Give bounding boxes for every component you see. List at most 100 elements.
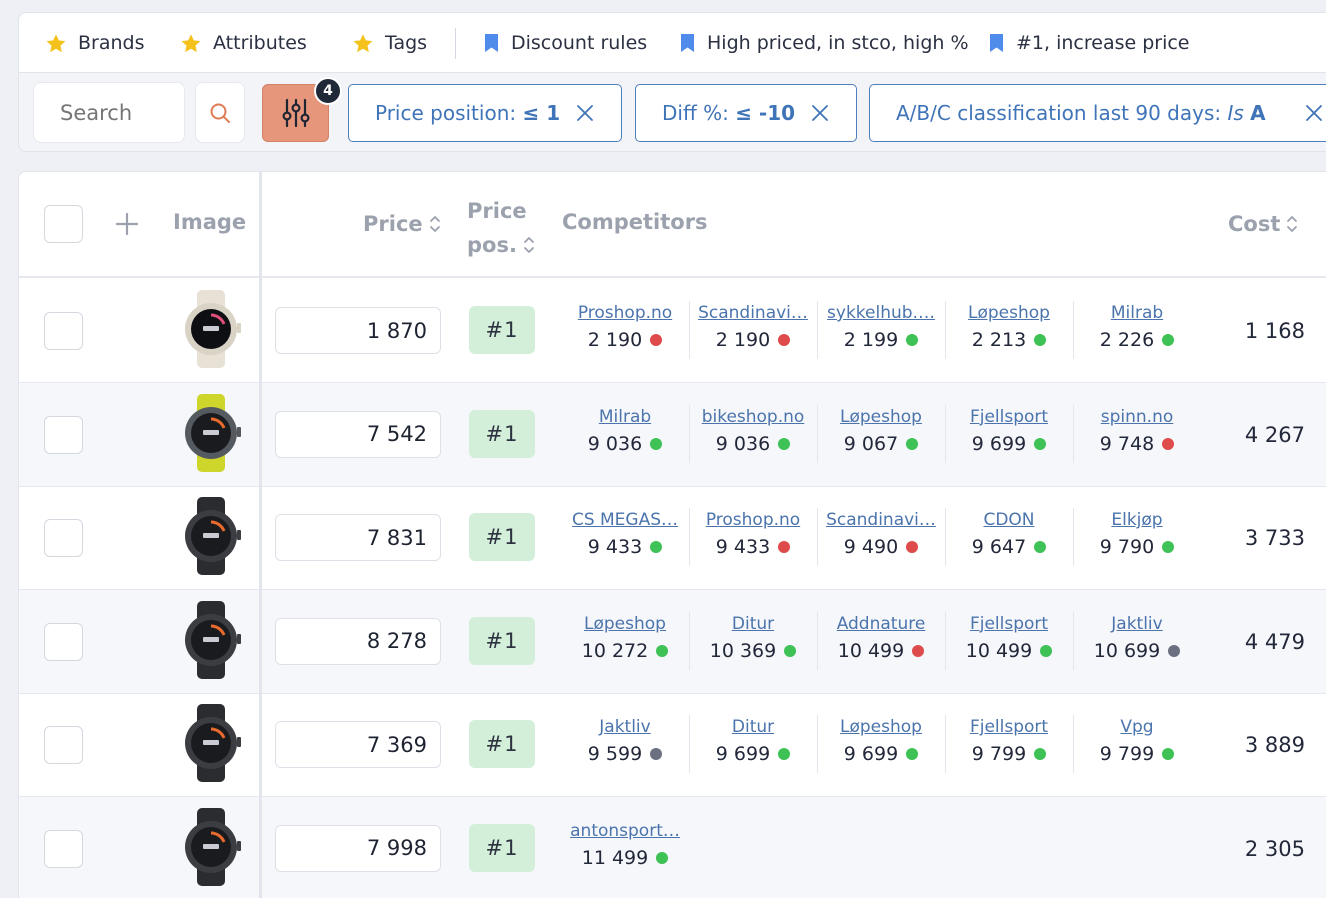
competitor-link[interactable]: Scandinavi…: [817, 508, 945, 532]
competitor-link[interactable]: Løpeshop: [561, 612, 689, 636]
price-position-badge: #1: [469, 409, 535, 458]
competitor-link[interactable]: Proshop.no: [689, 508, 817, 532]
row-checkbox[interactable]: [44, 622, 83, 661]
competitor-link[interactable]: Addnature: [817, 612, 945, 636]
competitor-cell: Jaktliv 10 699: [1073, 612, 1201, 672]
competitor-link[interactable]: CS MEGAS…: [561, 508, 689, 532]
status-dot-icon: [906, 437, 919, 450]
product-image[interactable]: [175, 599, 246, 680]
select-all-checkbox[interactable]: [44, 205, 83, 243]
competitor-cell: Milrab 9 036: [561, 405, 689, 465]
status-dot-icon: [1162, 437, 1175, 450]
row-checkbox[interactable]: [44, 415, 83, 454]
saved-filter-attributes[interactable]: Attributes: [180, 13, 307, 73]
saved-filter-tags[interactable]: Tags: [352, 13, 427, 73]
competitor-cell: Løpeshop 9 699: [817, 715, 945, 775]
status-dot-icon: [1162, 541, 1175, 553]
competitor-price: 10 499: [945, 636, 1073, 666]
product-image[interactable]: [175, 806, 246, 887]
price-input[interactable]: [275, 410, 441, 458]
competitor-link[interactable]: bikeshop.no: [689, 405, 817, 429]
saved-filter-label: Brands: [78, 32, 145, 54]
close-icon[interactable]: [810, 103, 830, 123]
product-image[interactable]: [175, 496, 246, 576]
competitor-link[interactable]: Ditur: [689, 715, 817, 739]
row-checkbox[interactable]: [44, 829, 83, 868]
competitor-link[interactable]: spinn.no: [1073, 405, 1201, 429]
product-image[interactable]: [175, 289, 246, 369]
watch-image: [184, 393, 241, 472]
competitor-link[interactable]: Fjellsport: [945, 405, 1073, 429]
competitor-link[interactable]: Jaktliv: [1073, 612, 1201, 636]
search-button[interactable]: [195, 82, 245, 143]
competitor-link[interactable]: Scandinavi…: [689, 301, 817, 325]
price-input[interactable]: [275, 617, 441, 665]
cost-value: 4 267: [1244, 422, 1305, 447]
product-image[interactable]: [175, 703, 246, 783]
competitor-cell: CS MEGAS… 9 433: [561, 508, 689, 568]
competitor-link[interactable]: sykkelhub.…: [817, 301, 945, 325]
competitor-link[interactable]: Løpeshop: [945, 301, 1073, 325]
saved-filter-high-priced[interactable]: High priced, in stco, high %: [679, 13, 969, 73]
search-input[interactable]: [33, 82, 185, 143]
competitor-link[interactable]: Løpeshop: [817, 715, 945, 739]
competitor-link[interactable]: Proshop.no: [561, 301, 689, 325]
competitor-price-value: 10 369: [709, 639, 777, 662]
competitor-link[interactable]: Jaktliv: [561, 715, 689, 739]
competitor-link[interactable]: Fjellsport: [945, 612, 1073, 636]
row-checkbox[interactable]: [44, 519, 83, 557]
competitor-price: 9 748: [1073, 429, 1201, 459]
bookmark-icon: [485, 34, 498, 52]
price-input[interactable]: [275, 514, 441, 561]
status-dot-icon: [650, 748, 663, 760]
chip-value: ≤ -10: [735, 101, 796, 125]
column-header-price[interactable]: Price: [363, 212, 441, 236]
competitor-divider: [945, 715, 946, 773]
saved-filter-increase-price[interactable]: #1, increase price: [988, 13, 1190, 73]
sort-icon: [429, 216, 440, 232]
competitor-link[interactable]: Vpg: [1073, 715, 1201, 739]
filter-chip-abc-classification[interactable]: A/B/C classification last 90 days: Is A: [869, 84, 1326, 142]
sort-icon: [1287, 216, 1298, 232]
chip-value: ≤ 1: [522, 101, 561, 125]
close-icon[interactable]: [1304, 103, 1324, 123]
status-dot-icon: [650, 437, 663, 450]
competitor-link[interactable]: CDON: [945, 508, 1073, 532]
row-checkbox[interactable]: [44, 312, 83, 350]
close-icon[interactable]: [575, 103, 595, 123]
filter-chip-diff-percent[interactable]: Diff %: ≤ -10: [635, 84, 857, 142]
competitor-link[interactable]: Milrab: [561, 405, 689, 429]
add-column-icon[interactable]: [115, 212, 139, 236]
filter-panel: Brands Attributes Tags Discount rules Hi…: [18, 12, 1326, 152]
competitor-price-value: 9 067: [843, 432, 899, 455]
competitor-link[interactable]: antonsport…: [561, 819, 689, 843]
competitor-cell: Vpg 9 799: [1073, 715, 1201, 775]
column-header-cost[interactable]: Cost: [1228, 212, 1298, 236]
competitor-link[interactable]: Ditur: [689, 612, 817, 636]
sort-icon: [524, 237, 534, 253]
saved-filter-discount-rules[interactable]: Discount rules: [483, 13, 647, 73]
price-input[interactable]: [275, 721, 441, 768]
saved-filter-brands[interactable]: Brands: [45, 13, 145, 73]
column-header-price-position[interactable]: Price pos.: [467, 194, 535, 262]
price-input[interactable]: [275, 307, 441, 354]
status-dot-icon: [1162, 334, 1175, 346]
status-dot-icon: [778, 334, 791, 346]
competitor-price: 9 699: [817, 739, 945, 769]
product-image[interactable]: [175, 392, 246, 473]
price-input[interactable]: [275, 824, 441, 872]
competitor-link[interactable]: Fjellsport: [945, 715, 1073, 739]
status-dot-icon: [1034, 541, 1047, 553]
filter-chip-price-position[interactable]: Price position: ≤ 1: [348, 84, 622, 142]
price-position-badge: #1: [469, 306, 535, 354]
competitor-link[interactable]: Milrab: [1073, 301, 1201, 325]
competitor-price: 10 369: [689, 636, 817, 666]
row-checkbox[interactable]: [44, 726, 83, 764]
competitor-link[interactable]: Elkjøp: [1073, 508, 1201, 532]
status-dot-icon: [1162, 748, 1175, 760]
table-row: #1 CS MEGAS… 9 433 Proshop.no 9 433 Scandinav…: [19, 486, 1326, 590]
saved-filters-bar: Brands Attributes Tags Discount rules Hi…: [19, 13, 1326, 73]
competitor-price: 9 699: [689, 739, 817, 769]
competitor-link[interactable]: Løpeshop: [817, 405, 945, 429]
status-dot-icon: [656, 851, 669, 864]
